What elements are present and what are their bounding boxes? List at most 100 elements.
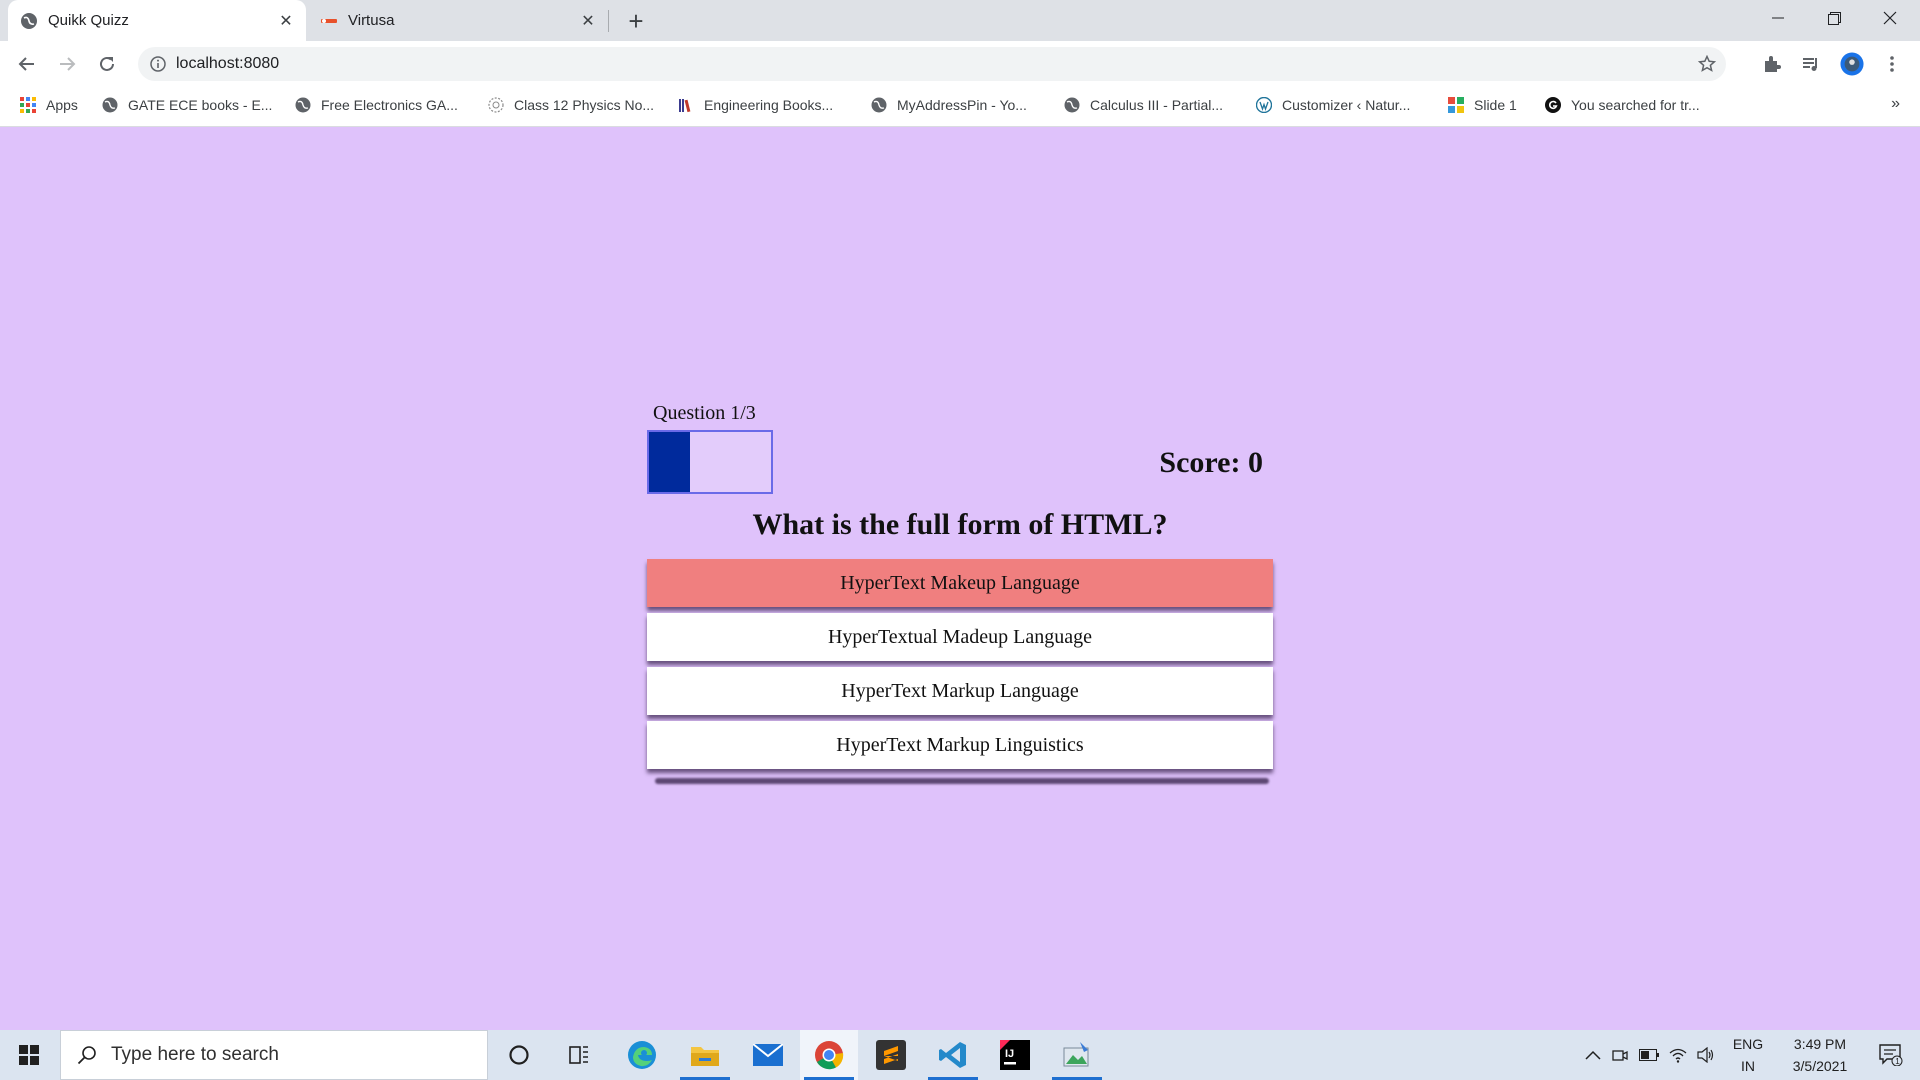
- clock-time: 3:49 PM: [1793, 1036, 1847, 1052]
- globe-icon: [295, 97, 311, 113]
- cortana-icon[interactable]: [490, 1030, 548, 1080]
- close-tab-icon[interactable]: ✕: [274, 9, 298, 33]
- bookmark-you-searched[interactable]: You searched for tr...: [1545, 87, 1700, 123]
- volume-icon[interactable]: [1694, 1030, 1718, 1080]
- bookmark-label: GATE ECE books - E...: [128, 97, 273, 113]
- language-code: ENG: [1732, 1036, 1764, 1052]
- bookmark-label: Free Electronics GA...: [321, 97, 458, 113]
- profile-avatar-icon[interactable]: [1840, 52, 1864, 76]
- mail-icon[interactable]: [739, 1030, 797, 1080]
- meet-now-icon[interactable]: [1608, 1030, 1632, 1080]
- vscode-icon[interactable]: [924, 1030, 982, 1080]
- minimize-button[interactable]: [1750, 0, 1806, 36]
- bookmark-label: Slide 1: [1474, 97, 1517, 113]
- task-view-icon[interactable]: [550, 1030, 608, 1080]
- clock-date: 3/5/2021: [1792, 1058, 1848, 1074]
- answer-option[interactable]: HyperText Makeup Language: [647, 559, 1273, 607]
- bookmark-slide-1[interactable]: Slide 1: [1448, 87, 1517, 123]
- answer-option[interactable]: HyperText Markup Language: [647, 667, 1273, 715]
- chrome-menu-icon[interactable]: [1880, 52, 1904, 76]
- bookmark-free-electronics[interactable]: Free Electronics GA...: [295, 87, 458, 123]
- search-icon: [77, 1046, 96, 1065]
- notification-count: 1: [1895, 1057, 1900, 1066]
- bookmark-gate-ece-books[interactable]: GATE ECE books - E...: [102, 87, 272, 123]
- windows-logo-icon: [19, 1045, 39, 1065]
- sublime-text-icon[interactable]: [862, 1030, 920, 1080]
- notification-center-icon[interactable]: 1: [1866, 1030, 1916, 1080]
- bookmark-myaddresspin[interactable]: MyAddressPin - Yo...: [871, 87, 1027, 123]
- globe-icon: [20, 12, 38, 30]
- bookmark-label: Customizer ‹ Natur...: [1282, 97, 1411, 113]
- extensions-icon[interactable]: [1760, 52, 1784, 76]
- card-shadow: [655, 778, 1269, 784]
- back-button[interactable]: [10, 47, 44, 81]
- more-bookmarks-button[interactable]: »: [1891, 95, 1900, 113]
- file-explorer-icon[interactable]: [676, 1030, 734, 1080]
- reload-button[interactable]: [90, 47, 124, 81]
- quiz-page: Question 1/3 Score: 0 What is the full f…: [0, 127, 1920, 1030]
- globe-icon: [871, 97, 887, 113]
- media-playlist-icon[interactable]: [1799, 52, 1823, 76]
- app-icon[interactable]: [1048, 1030, 1106, 1080]
- tab-separator: [608, 10, 609, 32]
- close-window-button[interactable]: [1862, 0, 1918, 36]
- bookmark-star-icon[interactable]: [1698, 55, 1716, 73]
- intellij-icon[interactable]: IJ: [986, 1030, 1044, 1080]
- globe-icon: [1064, 97, 1080, 113]
- apps-grid-icon: [20, 97, 36, 113]
- dotted-globe-icon: [488, 97, 504, 113]
- tab-title: Virtusa: [348, 12, 395, 29]
- language-indicator[interactable]: ENG IN: [1726, 1030, 1770, 1080]
- g-logo-icon: [1545, 97, 1561, 113]
- answer-option[interactable]: HyperTextual Madeup Language: [647, 613, 1273, 661]
- chevron-up-icon[interactable]: [1580, 1030, 1606, 1080]
- search-input[interactable]: [111, 1044, 451, 1066]
- clock[interactable]: 3:49 PM 3/5/2021: [1774, 1030, 1866, 1080]
- address-bar[interactable]: localhost:8080: [138, 47, 1726, 81]
- progress-fill: [649, 432, 690, 492]
- library-books-icon: [679, 99, 691, 113]
- bookmark-label: Apps: [46, 97, 78, 113]
- browser-tab-strip: Quikk Quizz ✕ Virtusa ✕ +: [0, 0, 1920, 41]
- bookmark-label: You searched for tr...: [1571, 97, 1700, 113]
- question-text: What is the full form of HTML?: [752, 508, 1168, 541]
- slides-icon: [1448, 97, 1464, 113]
- bookmark-apps[interactable]: Apps: [20, 87, 78, 123]
- tab-virtusa[interactable]: Virtusa ✕: [308, 0, 608, 41]
- wordpress-icon: [1256, 97, 1272, 113]
- tab-title: Quikk Quizz: [48, 12, 129, 29]
- close-tab-icon[interactable]: ✕: [576, 9, 600, 33]
- wifi-icon[interactable]: [1666, 1030, 1690, 1080]
- bookmark-label: Class 12 Physics No...: [514, 97, 655, 113]
- score-text: Score: 0: [1159, 446, 1263, 479]
- browser-toolbar: localhost:8080: [0, 41, 1920, 87]
- svg-text:IJ: IJ: [1005, 1048, 1014, 1060]
- start-button[interactable]: [0, 1030, 58, 1080]
- globe-icon: [102, 97, 118, 113]
- taskbar-search[interactable]: [60, 1030, 488, 1080]
- virtusa-favicon-icon: [320, 12, 338, 30]
- forward-button[interactable]: [50, 47, 84, 81]
- edge-icon[interactable]: [613, 1030, 671, 1080]
- bookmark-customizer[interactable]: Customizer ‹ Natur...: [1256, 87, 1410, 123]
- bookmark-label: Engineering Books...: [704, 97, 834, 113]
- tab-quikk-quizz[interactable]: Quikk Quizz ✕: [8, 0, 306, 41]
- battery-icon[interactable]: [1636, 1030, 1662, 1080]
- windows-taskbar: IJ ENG IN 3:49 PM 3/5/2021 1: [0, 1030, 1920, 1080]
- answer-list: HyperText Makeup Language HyperTextual M…: [647, 559, 1273, 775]
- question-counter: Question 1/3: [653, 402, 756, 424]
- url-text[interactable]: localhost:8080: [176, 55, 279, 73]
- bookmark-label: Calculus III - Partial...: [1090, 97, 1224, 113]
- bookmark-class12-physics[interactable]: Class 12 Physics No...: [488, 87, 654, 123]
- bookmark-label: MyAddressPin - Yo...: [897, 97, 1027, 113]
- bookmark-engineering-books[interactable]: Engineering Books...: [678, 87, 833, 123]
- new-tab-button[interactable]: +: [622, 6, 650, 36]
- progress-bar: [647, 430, 773, 494]
- restore-button[interactable]: [1806, 0, 1862, 36]
- info-icon[interactable]: [150, 56, 166, 72]
- answer-option[interactable]: HyperText Markup Linguistics: [647, 721, 1273, 769]
- chrome-icon[interactable]: [800, 1030, 858, 1080]
- region-code: IN: [1741, 1058, 1755, 1074]
- bookmark-calculus-iii[interactable]: Calculus III - Partial...: [1064, 87, 1223, 123]
- bookmarks-bar: Apps GATE ECE books - E... Free Electron…: [0, 87, 1920, 127]
